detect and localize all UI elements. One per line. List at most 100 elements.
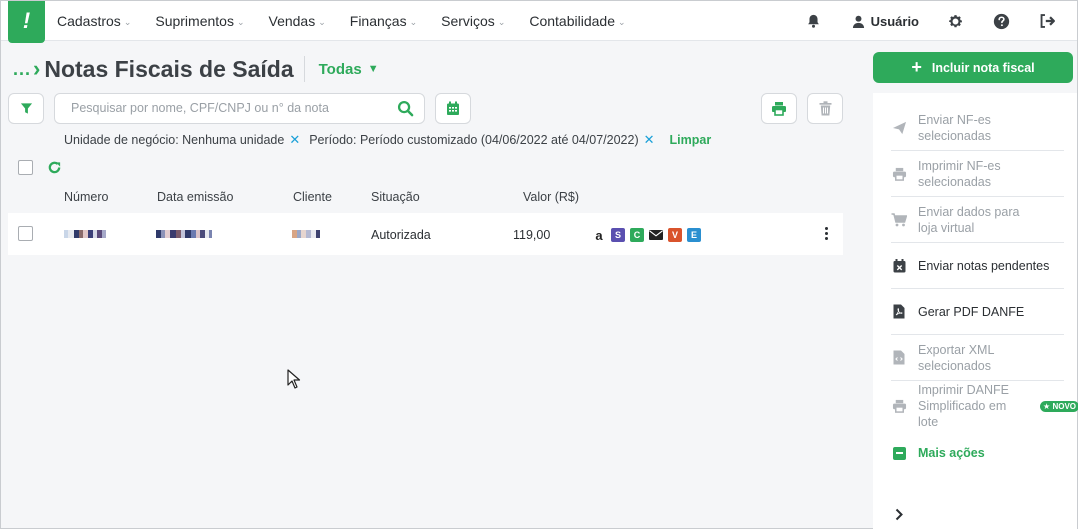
mouse-cursor-icon <box>287 369 301 389</box>
column-header-numero[interactable]: Número <box>64 190 108 204</box>
page-header: ... › Notas Fiscais de Saída Todas ▼ <box>13 54 379 84</box>
main-menu: Cadastros ⌄ Suprimentos ⌄ Vendas ⌄ Finanças… <box>57 1 650 41</box>
calendar-button[interactable] <box>435 93 471 124</box>
app-logo[interactable]: ! <box>8 1 45 43</box>
refresh-icon[interactable] <box>47 160 62 175</box>
menu-cadastros[interactable]: Cadastros ⌄ <box>57 13 131 29</box>
expand-sidebar-chevron-icon[interactable] <box>895 508 904 526</box>
breadcrumb-back[interactable]: ... <box>13 59 31 80</box>
divider <box>303 56 305 82</box>
menu-label: Cadastros <box>57 13 121 29</box>
bell-icon[interactable] <box>804 11 824 31</box>
chevron-down-icon: ⌄ <box>123 16 132 27</box>
user-menu[interactable]: Usuário <box>852 14 919 29</box>
menu-label: Serviços <box>441 13 495 29</box>
v-badge-icon[interactable]: V <box>668 228 682 242</box>
menu-vendas[interactable]: Vendas ⌄ <box>269 13 326 29</box>
row-checkbox[interactable] <box>18 226 33 241</box>
user-name: Usuário <box>870 13 919 29</box>
user-icon <box>852 15 864 28</box>
more-actions-button[interactable]: Mais ações <box>893 446 985 460</box>
search-icon[interactable] <box>397 100 414 122</box>
printer-icon <box>891 399 907 413</box>
top-navbar: ! Cadastros ⌄ Suprimentos ⌄ Vendas ⌄ Finanç… <box>1 1 1077 43</box>
printer-icon <box>891 167 907 181</box>
remove-chip-icon[interactable]: ✕ <box>289 132 300 148</box>
status-filter-dropdown[interactable]: Todas ▼ <box>319 61 379 78</box>
column-header-data-emissao[interactable]: Data emissão <box>157 190 233 204</box>
sidebar-item-label: Exportar XML selecionados <box>918 342 994 373</box>
row-actions-menu-icon[interactable] <box>823 227 829 242</box>
integration-badges: a S C V E <box>592 228 706 243</box>
s-badge-icon[interactable]: S <box>611 228 625 242</box>
sidebar-item-label: Enviar NF-es selecionadas <box>918 112 991 143</box>
column-header-situacao[interactable]: Situação <box>371 190 420 204</box>
delete-button[interactable] <box>807 93 843 124</box>
table-row[interactable]: Autorizada 119,00 a S C V E <box>8 213 843 255</box>
amazon-icon[interactable]: a <box>592 228 606 243</box>
menu-suprimentos[interactable]: Suprimentos ⌄ <box>155 13 244 29</box>
sidebar-item-label: Imprimir DANFE Simplificado em lote <box>918 383 1009 429</box>
include-invoice-button[interactable]: + Incluir nota fiscal <box>873 52 1073 83</box>
chevron-down-icon: ⌄ <box>236 16 245 27</box>
sidebar-item-print-danfe-batch[interactable]: Imprimir DANFE Simplificado em lote ★ NO… <box>891 381 1078 431</box>
sidebar-item-label: Imprimir NF-es selecionadas <box>918 158 1001 189</box>
menu-contabilidade[interactable]: Contabilidade ⌄ <box>529 13 625 29</box>
printer-icon <box>772 102 786 116</box>
e-badge-icon[interactable]: E <box>687 228 701 242</box>
sidebar-item-print-nfe[interactable]: Imprimir NF-es selecionadas <box>891 151 1064 197</box>
envelope-icon[interactable] <box>649 228 663 242</box>
button-label: Incluir nota fiscal <box>931 60 1035 75</box>
funnel-icon <box>20 103 32 114</box>
menu-label: Finanças <box>349 13 407 29</box>
help-icon[interactable] <box>991 11 1011 31</box>
filter-chip-unit: Unidade de negócio: Nenhuma unidade ✕ <box>64 132 300 148</box>
search-box <box>54 93 425 124</box>
chevron-down-icon: ⌄ <box>409 16 418 27</box>
trash-icon <box>819 101 831 116</box>
sidebar-item-send-nfe[interactable]: Enviar NF-es selecionadas <box>891 105 1064 151</box>
sidebar-item-pdf-danfe[interactable]: Gerar PDF DANFE <box>891 289 1064 335</box>
search-input[interactable] <box>71 101 391 115</box>
value-text: 119,00 <box>513 228 551 242</box>
sidebar-item-send-store[interactable]: Enviar dados para loja virtual <box>891 197 1064 243</box>
pdf-file-icon <box>891 304 907 319</box>
status-filter-label: Todas <box>318 60 362 78</box>
sidebar-item-send-pending[interactable]: Enviar notas pendentes <box>891 243 1064 289</box>
status-text: Autorizada <box>371 228 431 242</box>
chevron-down-icon: ⌄ <box>617 16 626 27</box>
c-badge-icon[interactable]: C <box>630 228 644 242</box>
sidebar-item-export-xml[interactable]: Exportar XML selecionados <box>891 335 1064 381</box>
chevron-down-icon: ⌄ <box>318 16 326 27</box>
chevron-right-icon: › <box>33 56 41 81</box>
caret-down-icon: ▼ <box>367 63 379 75</box>
collapse-icon <box>893 446 906 460</box>
chip-label: Unidade de negócio: Nenhuma unidade <box>64 133 285 147</box>
remove-chip-icon[interactable]: ✕ <box>644 132 655 148</box>
send-icon <box>891 121 907 135</box>
print-button[interactable] <box>761 93 797 124</box>
more-actions-label: Mais ações <box>918 446 985 460</box>
code-file-icon <box>891 350 907 365</box>
menu-label: Contabilidade <box>529 13 615 29</box>
logout-icon[interactable] <box>1037 11 1057 31</box>
filter-button[interactable] <box>8 93 44 124</box>
column-header-cliente[interactable]: Cliente <box>293 190 332 204</box>
new-badge: ★ NOVO <box>1040 400 1078 412</box>
header-actions: Usuário <box>804 1 1077 41</box>
cart-icon <box>891 212 907 227</box>
column-header-valor[interactable]: Valor (R$) <box>523 190 579 204</box>
redacted-client <box>292 230 320 238</box>
clear-filters-link[interactable]: Limpar <box>670 133 712 147</box>
redacted-date <box>156 230 212 238</box>
plus-icon: + <box>911 57 922 77</box>
menu-financas[interactable]: Finanças ⌄ <box>350 13 417 29</box>
select-all-checkbox[interactable] <box>18 160 33 175</box>
chevron-down-icon: ⌄ <box>497 16 506 27</box>
menu-servicos[interactable]: Serviços ⌄ <box>441 13 505 29</box>
gear-icon[interactable] <box>945 11 965 31</box>
sidebar-item-label: Enviar notas pendentes <box>918 258 1050 273</box>
redacted-number <box>64 230 106 238</box>
calendar-icon <box>447 101 459 115</box>
sidebar-item-label: Gerar PDF DANFE <box>918 304 1025 319</box>
